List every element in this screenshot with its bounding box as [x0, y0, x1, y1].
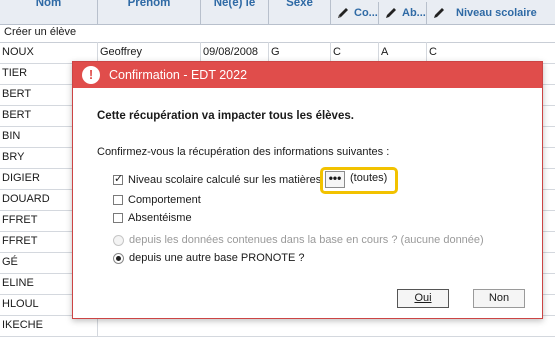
create-student-label[interactable]: Créer un élève — [4, 26, 76, 38]
niveau-label: Niveau scolaire calculé sur les matières — [128, 174, 322, 186]
source-other-label: depuis une autre base PRONOTE ? — [129, 252, 305, 264]
column-header-prenom[interactable]: Prénom — [98, 0, 201, 24]
comportement-label: Comportement — [128, 194, 201, 206]
column-header-absenteisme[interactable]: Ab... — [379, 2, 427, 24]
column-header-nom[interactable]: Nom — [0, 0, 98, 24]
alert-icon: ! — [82, 66, 100, 84]
source-current-radio[interactable] — [113, 234, 124, 246]
cell-absenteisme[interactable]: A — [379, 42, 427, 63]
column-header-sexe[interactable]: Sexe — [269, 0, 331, 24]
select-matieres-button[interactable]: ••• — [325, 171, 345, 188]
column-header-date[interactable]: Né(e) le — [201, 0, 269, 24]
dialog-titlebar[interactable]: ! Confirmation - EDT 2022 — [73, 62, 542, 88]
cell-sexe[interactable]: G — [269, 42, 331, 63]
absenteisme-checkbox[interactable] — [113, 213, 123, 223]
pencil-icon — [434, 8, 444, 18]
cell-date[interactable]: 09/08/2008 — [201, 42, 269, 63]
source-current-label: depuis les données contenues dans la bas… — [129, 234, 484, 246]
create-student-row[interactable]: Créer un élève — [0, 24, 555, 43]
non-button[interactable]: Non — [473, 289, 525, 308]
option-source-current[interactable]: depuis les données contenues dans la bas… — [113, 232, 484, 248]
comportement-checkbox[interactable] — [113, 195, 123, 205]
dialog-title: Confirmation - EDT 2022 — [109, 68, 248, 82]
confirmation-dialog: ! Confirmation - EDT 2022 Cette récupéra… — [72, 61, 543, 319]
niveau-checkbox[interactable] — [113, 172, 123, 185]
option-comportement[interactable]: Comportement — [113, 192, 201, 208]
cell-niveau[interactable]: C — [427, 42, 555, 63]
source-other-radio[interactable] — [113, 252, 124, 264]
matieres-summary: (toutes) — [350, 172, 388, 184]
pencil-icon — [338, 8, 348, 18]
pencil-icon — [386, 8, 396, 18]
option-niveau-scolaire[interactable]: Niveau scolaire calculé sur les matières — [113, 172, 321, 188]
option-absenteisme[interactable]: Absentéisme — [113, 210, 192, 226]
option-source-other[interactable]: depuis une autre base PRONOTE ? — [113, 250, 304, 266]
dialog-question: Confirmez-vous la récupération des infor… — [97, 146, 390, 158]
cell-prenom[interactable]: Geoffrey — [98, 42, 201, 63]
cell-comportement[interactable]: C — [331, 42, 379, 63]
absenteisme-label: Absentéisme — [128, 212, 192, 224]
grid-header: Nom Prénom Né(e) le Sexe Co... Ab... Niv… — [0, 0, 555, 25]
column-header-niveau[interactable]: Niveau scolaire — [427, 2, 555, 24]
cell-nom[interactable]: NOUX — [0, 42, 98, 63]
oui-button[interactable]: Oui — [397, 289, 449, 308]
dialog-message: Cette récupération va impacter tous les … — [97, 110, 354, 122]
column-header-comportement[interactable]: Co... — [331, 2, 379, 24]
